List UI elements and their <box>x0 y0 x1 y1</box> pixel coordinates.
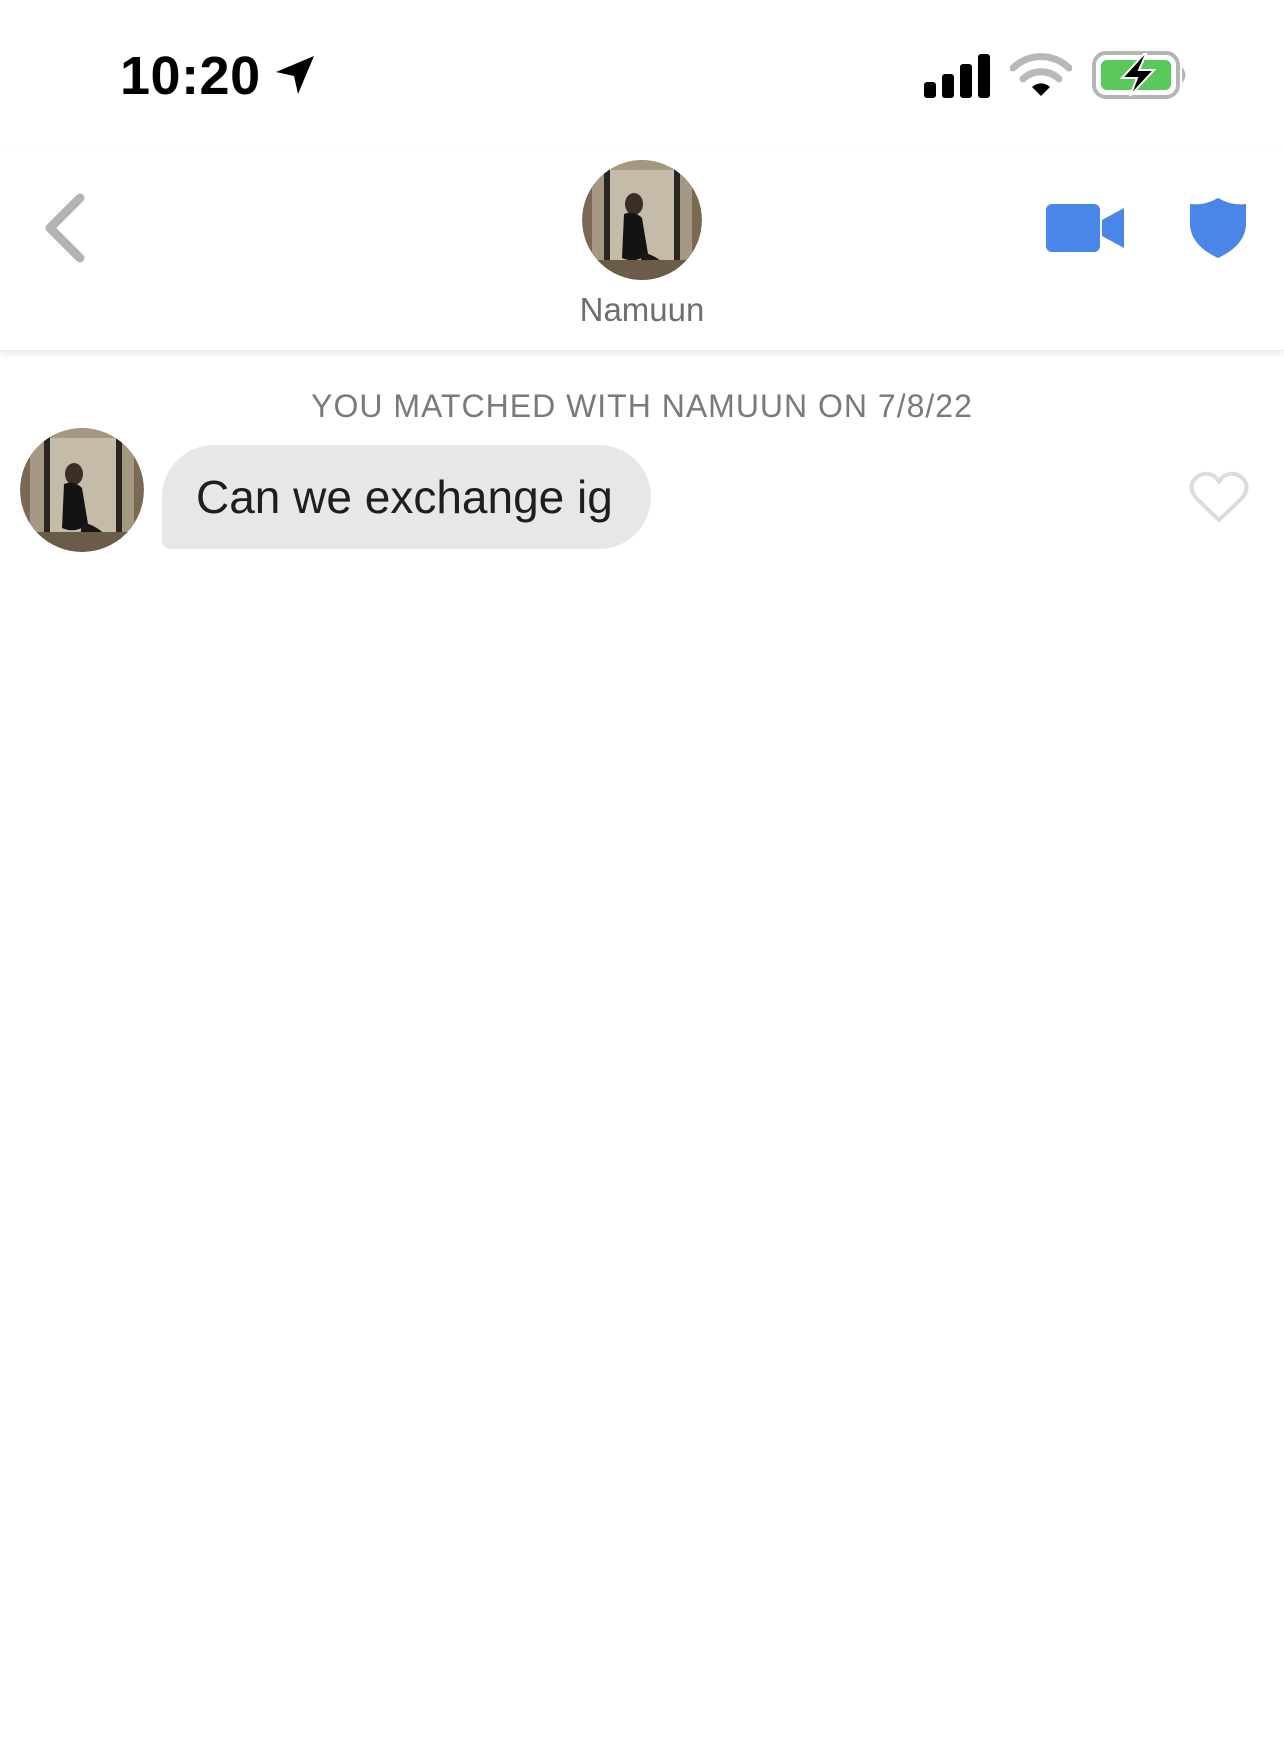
message-bubble[interactable]: Can we exchange ig <box>162 445 651 549</box>
contact-name[interactable]: Namuun <box>442 290 842 330</box>
avatar[interactable] <box>582 160 702 280</box>
cellular-signal-icon <box>924 54 990 98</box>
wifi-icon <box>1010 53 1072 96</box>
status-time: 10:20 <box>120 46 261 106</box>
video-camera-icon[interactable] <box>1044 200 1126 256</box>
chat-header: Namuun <box>0 150 1284 351</box>
shield-icon[interactable] <box>1188 196 1248 260</box>
location-arrow-icon <box>276 56 314 94</box>
heart-outline-icon[interactable] <box>1188 468 1250 524</box>
chevron-left-icon[interactable] <box>36 188 96 268</box>
match-notice: YOU MATCHED WITH NAMUUN ON 7/8/22 <box>311 388 973 424</box>
message-row: Can we exchange ig <box>0 428 1284 558</box>
avatar[interactable] <box>20 428 144 552</box>
status-bar: 10:20 <box>0 0 1284 150</box>
battery-charging-icon <box>1092 51 1186 99</box>
